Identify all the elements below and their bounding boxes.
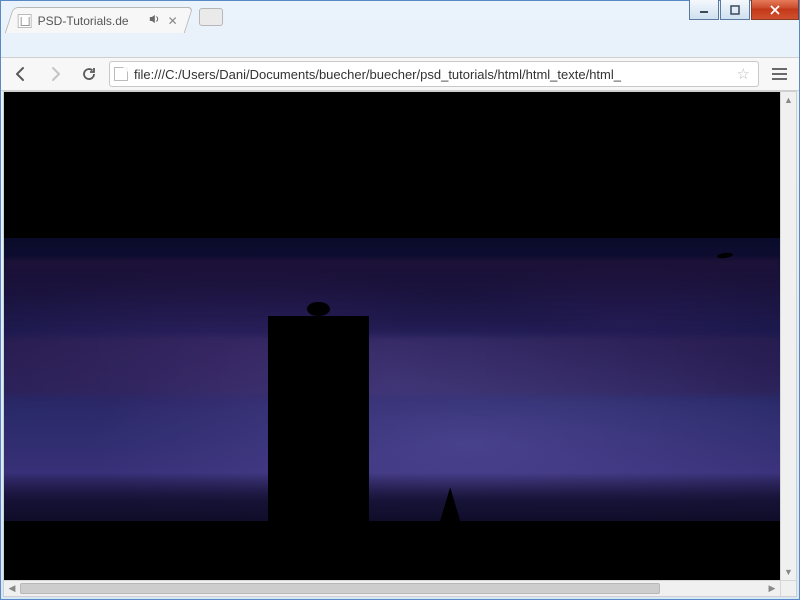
browser-window: PSD-Tutorials.de ✕ file:///C:/Users/Dani… bbox=[0, 0, 800, 600]
scroll-down-icon[interactable]: ▼ bbox=[781, 564, 796, 580]
horizontal-scrollbar[interactable]: ◀ ▶ bbox=[4, 580, 780, 596]
scroll-up-icon[interactable]: ▲ bbox=[781, 92, 796, 108]
forward-button[interactable] bbox=[41, 60, 69, 88]
scroll-left-icon[interactable]: ◀ bbox=[4, 581, 20, 596]
new-tab-button[interactable] bbox=[199, 8, 223, 26]
scroll-thumb[interactable] bbox=[20, 583, 660, 594]
tab-strip: PSD-Tutorials.de ✕ bbox=[1, 5, 223, 33]
page-viewport[interactable] bbox=[4, 92, 780, 580]
page-icon bbox=[114, 67, 128, 81]
scroll-track[interactable] bbox=[20, 581, 764, 596]
vertical-scrollbar[interactable]: ▲ ▼ bbox=[780, 92, 796, 580]
content-area: ▲ ▼ ◀ ▶ bbox=[3, 91, 797, 597]
minimize-button[interactable] bbox=[689, 0, 719, 20]
browser-tab[interactable]: PSD-Tutorials.de ✕ bbox=[5, 7, 193, 33]
tab-title: PSD-Tutorials.de bbox=[38, 14, 142, 28]
scroll-corner bbox=[780, 580, 796, 596]
maximize-button[interactable] bbox=[720, 0, 750, 20]
back-button[interactable] bbox=[7, 60, 35, 88]
browser-toolbar: file:///C:/Users/Dani/Documents/buecher/… bbox=[1, 57, 799, 91]
reload-button[interactable] bbox=[75, 60, 103, 88]
scroll-track[interactable] bbox=[781, 108, 796, 564]
file-icon bbox=[18, 14, 32, 28]
url-text: file:///C:/Users/Dani/Documents/buecher/… bbox=[134, 67, 727, 82]
window-controls bbox=[689, 0, 799, 20]
address-bar[interactable]: file:///C:/Users/Dani/Documents/buecher/… bbox=[109, 61, 759, 87]
audio-icon[interactable] bbox=[148, 13, 160, 28]
close-button[interactable] bbox=[751, 0, 799, 20]
menu-button[interactable] bbox=[765, 60, 793, 88]
tab-close-icon[interactable]: ✕ bbox=[166, 14, 180, 28]
bookmark-star-icon[interactable]: ☆ bbox=[733, 65, 754, 83]
scroll-right-icon[interactable]: ▶ bbox=[764, 581, 780, 596]
